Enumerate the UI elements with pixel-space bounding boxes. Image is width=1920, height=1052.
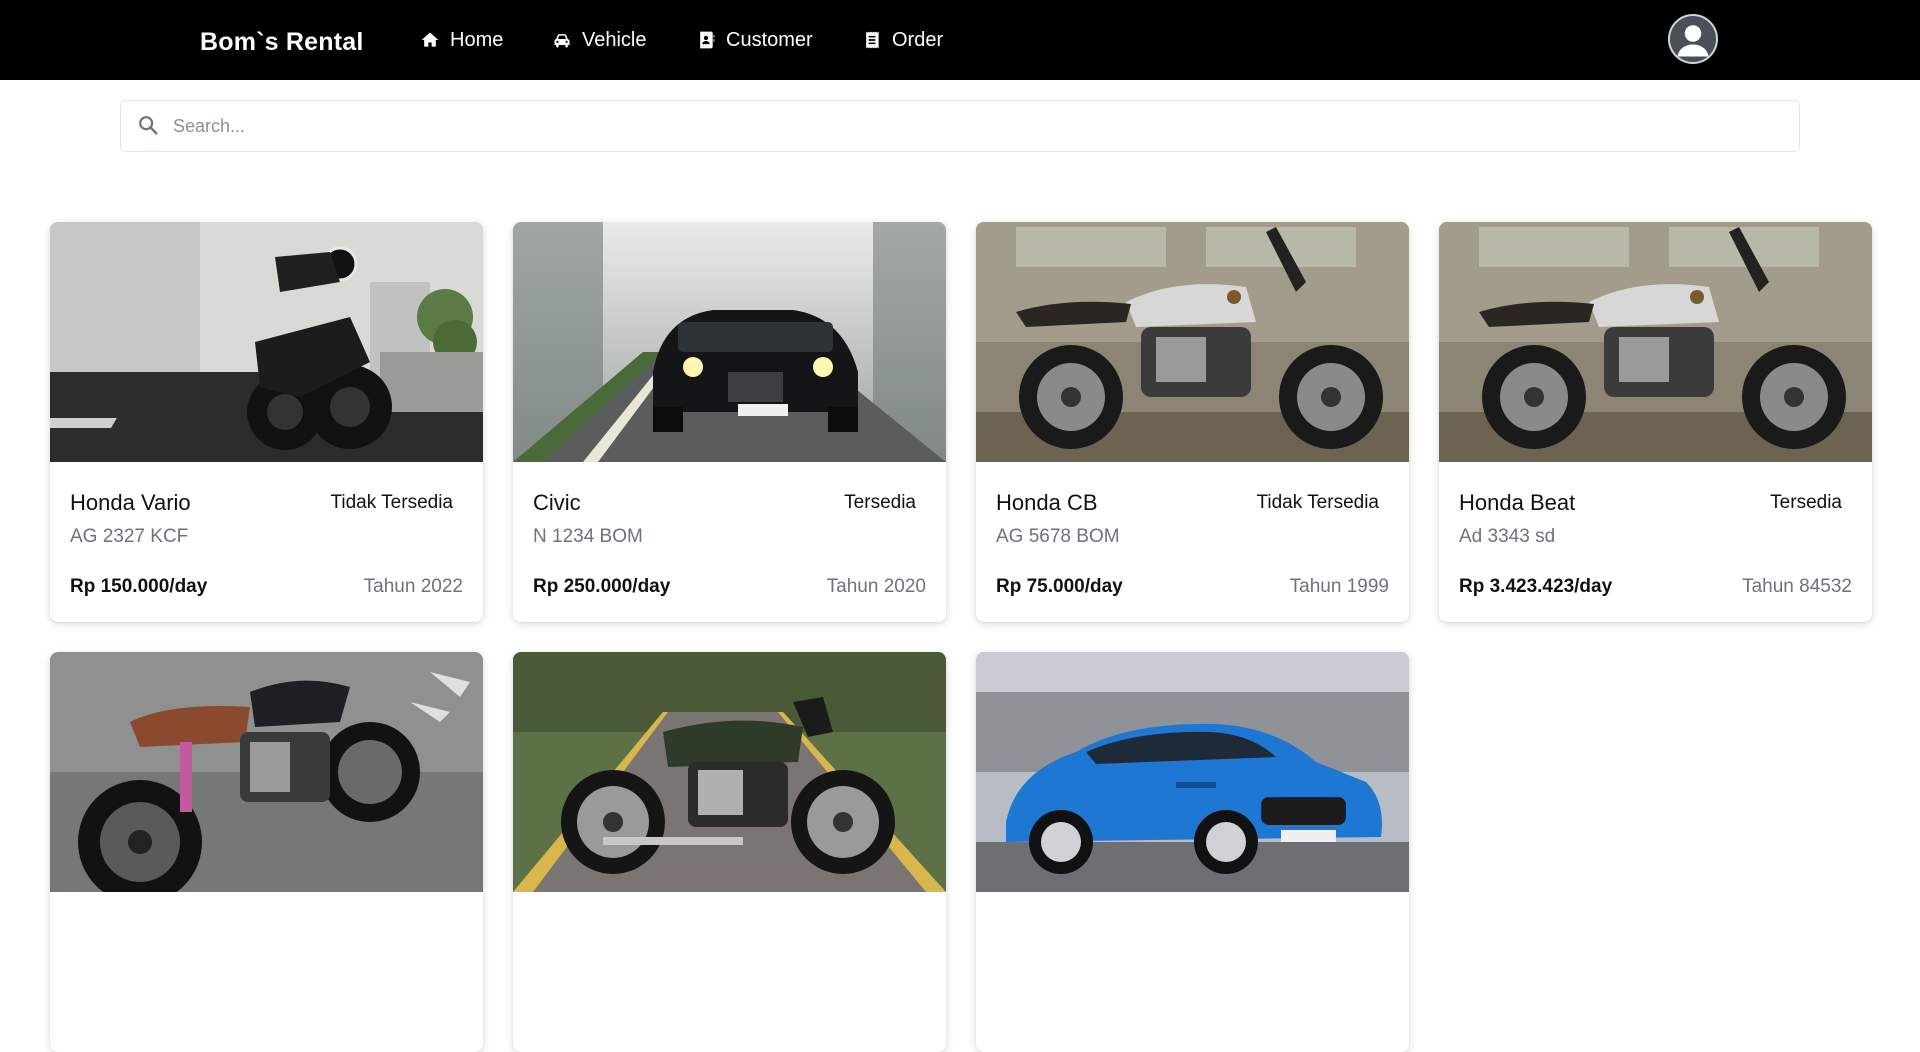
vehicle-photo-car [976,652,1409,892]
vehicle-name: Honda Vario [70,490,191,515]
vehicle-name: Honda Beat [1459,490,1576,515]
vehicle-image [50,652,483,892]
nav-customer[interactable]: Customer [696,0,813,80]
vehicle-card-civic[interactable]: Civic Tersedia N 1234 BOM Rp 250.000/day… [513,222,946,622]
nav-customer-label: Customer [726,28,813,51]
vehicle-image [976,652,1409,892]
vehicle-price: Rp 150.000/day [70,576,208,597]
vehicle-image [513,652,946,892]
home-icon [421,32,439,47]
vehicle-card-5[interactable] [50,652,483,1052]
vehicle-year: Tahun 1999 [1289,576,1389,597]
search-icon [139,116,158,135]
vehicle-plate: Ad 3343 sd [1459,526,1556,547]
search-bar [120,100,1800,152]
nav-vehicle[interactable]: Vehicle [552,0,647,80]
search-input[interactable] [171,101,1775,151]
vehicle-year: Tahun 2022 [363,576,463,597]
vehicle-photo-motorcycle [976,222,1409,462]
nav-vehicle-label: Vehicle [582,28,647,51]
vehicle-image [50,222,483,462]
vehicle-photo-motorcycle [50,652,483,892]
brand-logo[interactable]: Bom`s Rental [200,0,364,80]
nav-home[interactable]: Home [420,0,503,80]
vehicle-card-honda-beat[interactable]: Honda Beat Tersedia Ad 3343 sd Rp 3.423.… [1439,222,1872,622]
vehicle-plate: N 1234 BOM [533,526,643,547]
vehicle-year: Tahun 2020 [826,576,926,597]
vehicle-card-6[interactable] [513,652,946,1052]
vehicle-card-honda-cb[interactable]: Honda CB Tidak Tersedia AG 5678 BOM Rp 7… [976,222,1409,622]
vehicle-photo-motorcycle [513,652,946,892]
vehicle-image [1439,222,1872,462]
vehicle-year: Tahun 84532 [1742,576,1852,597]
vehicle-image [513,222,946,462]
vehicle-card-honda-vario[interactable]: Honda Vario Tidak Tersedia AG 2327 KCF R… [50,222,483,622]
vehicle-status: Tidak Tersedia [1256,492,1379,513]
vehicle-price: Rp 250.000/day [533,576,671,597]
address-book-icon [700,31,715,49]
vehicle-name: Civic [533,490,581,515]
vehicle-photo-suv [513,222,946,462]
nav-home-label: Home [450,28,504,51]
vehicle-status: Tidak Tersedia [330,492,453,513]
vehicle-photo-motorcycle [50,222,483,462]
vehicle-photo-motorcycle [1439,222,1872,462]
nav-order[interactable]: Order [862,0,943,80]
receipt-icon [866,31,879,49]
vehicle-status: Tersedia [1770,492,1842,513]
vehicle-status: Tersedia [844,492,916,513]
navbar: Bom`s Rental Home Vehicle Customer Order [0,0,1920,80]
user-avatar-icon [1670,16,1716,62]
vehicle-price: Rp 3.423.423/day [1459,576,1613,597]
car-icon [554,34,570,48]
nav-order-label: Order [892,28,944,51]
vehicle-name: Honda CB [996,490,1098,515]
vehicle-price: Rp 75.000/day [996,576,1123,597]
vehicle-image [976,222,1409,462]
user-avatar-button[interactable] [1668,14,1718,64]
vehicle-card-7[interactable] [976,652,1409,1052]
vehicle-plate: AG 5678 BOM [996,526,1120,547]
vehicle-plate: AG 2327 KCF [70,526,189,547]
